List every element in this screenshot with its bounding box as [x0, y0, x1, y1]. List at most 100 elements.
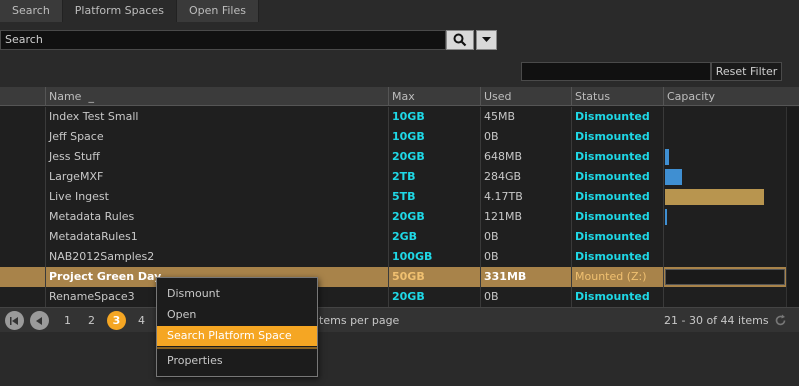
cell-status: Dismounted [571, 187, 663, 207]
column-header-name-label: Name [49, 90, 82, 103]
cell-used: 121MB [480, 207, 571, 227]
cell-max: 10GB [388, 127, 480, 147]
column-header-capacity[interactable]: Capacity [663, 87, 787, 106]
table-row[interactable]: Live Ingest 5TB 4.17TB Dismounted [0, 187, 786, 207]
tab-open-files[interactable]: Open Files [176, 0, 259, 22]
menu-item-dismount[interactable]: Dismount [157, 284, 317, 304]
cell-capacity [663, 227, 786, 247]
vertical-scrollbar[interactable] [786, 107, 799, 307]
context-menu: Dismount Open Search Platform Space Prop… [156, 277, 318, 377]
table-row[interactable]: Jess Stuff 20GB 648MB Dismounted [0, 147, 786, 167]
tab-search[interactable]: Search [0, 0, 63, 22]
page-4-button[interactable]: 4 [132, 311, 151, 330]
table-row[interactable]: NAB2012Samples2 100GB 0B Dismounted [0, 247, 786, 267]
cell-used: 4.17TB [480, 187, 571, 207]
cell-capacity [663, 267, 786, 287]
cell-name: Jess Stuff [45, 147, 389, 167]
cell-status: Dismounted [571, 227, 663, 247]
filter-input[interactable] [521, 62, 711, 81]
cell-capacity [663, 287, 786, 307]
cell-max: 50GB [388, 267, 480, 287]
cell-capacity [663, 247, 786, 267]
table-row[interactable]: RenameSpace3 20GB 0B Dismounted [0, 287, 786, 307]
cell-status: Dismounted [571, 127, 663, 147]
cell-used: 0B [480, 127, 571, 147]
cell-max: 5TB [388, 187, 480, 207]
cell-status: Dismounted [571, 167, 663, 187]
cell-max: 10GB [388, 107, 480, 127]
cell-capacity [663, 167, 786, 187]
column-header-status[interactable]: Status [571, 87, 663, 106]
menu-item-search-platform-space[interactable]: Search Platform Space [157, 326, 317, 346]
cell-used: 331MB [480, 267, 571, 287]
table-row[interactable]: Project Green Day 50GB 331MB Mounted (Z:) [0, 267, 786, 287]
table-row[interactable]: Metadata Rules 20GB 121MB Dismounted [0, 207, 786, 227]
table-row[interactable]: Index Test Small 10GB 45MB Dismounted [0, 107, 786, 127]
previous-page-button[interactable] [30, 311, 49, 330]
cell-status: Mounted (Z:) [571, 267, 663, 287]
cell-used: 648MB [480, 147, 571, 167]
cell-name: NAB2012Samples2 [45, 247, 389, 267]
cell-name: LargeMXF [45, 167, 389, 187]
page-1-button[interactable]: 1 [58, 311, 77, 330]
capacity-bar [665, 209, 667, 225]
sort-ascending-icon: _ [84, 90, 94, 103]
column-header-name[interactable]: Name _ [45, 87, 389, 106]
cell-status: Dismounted [571, 247, 663, 267]
cell-status: Dismounted [571, 207, 663, 227]
table-row[interactable]: MetadataRules1 2GB 0B Dismounted [0, 227, 786, 247]
cell-max: 2GB [388, 227, 480, 247]
first-page-icon [10, 316, 18, 325]
cell-used: 0B [480, 227, 571, 247]
capacity-bar [665, 269, 785, 285]
cell-status: Dismounted [571, 287, 663, 307]
table-row[interactable]: LargeMXF 2TB 284GB Dismounted [0, 167, 786, 187]
tab-bar: Search Platform Spaces Open Files [0, 0, 259, 22]
spaces-grid: Name _ Max Used Status Capacity Index Te… [0, 87, 799, 307]
capacity-bar [665, 189, 764, 205]
column-header-max[interactable]: Max [388, 87, 480, 106]
search-icon [453, 33, 467, 47]
cell-status: Dismounted [571, 107, 663, 127]
cell-name: Live Ingest [45, 187, 389, 207]
search-row: Search [0, 30, 497, 50]
capacity-bar [665, 169, 682, 185]
previous-page-icon [36, 316, 42, 325]
cell-used: 284GB [480, 167, 571, 187]
menu-item-properties[interactable]: Properties [157, 351, 317, 371]
menu-item-open[interactable]: Open [157, 305, 317, 325]
cell-capacity [663, 147, 786, 167]
cell-used: 0B [480, 287, 571, 307]
reset-filter-button[interactable]: Reset Filter [711, 62, 782, 81]
items-per-page-label: items per page [316, 314, 400, 327]
cell-max: 20GB [388, 147, 480, 167]
page-2-button[interactable]: 2 [82, 311, 101, 330]
cell-name: Metadata Rules [45, 207, 389, 227]
refresh-icon[interactable] [774, 314, 787, 327]
capacity-bar [665, 149, 669, 165]
cell-status: Dismounted [571, 147, 663, 167]
items-count-label: 21 - 30 of 44 items [664, 314, 769, 327]
cell-max: 20GB [388, 207, 480, 227]
page-3-button[interactable]: 3 [107, 311, 126, 330]
cell-used: 45MB [480, 107, 571, 127]
search-button[interactable] [446, 30, 474, 50]
search-options-button[interactable] [476, 30, 497, 50]
first-page-button[interactable] [5, 311, 24, 330]
cell-max: 100GB [388, 247, 480, 267]
grid-header: Name _ Max Used Status Capacity [0, 87, 799, 106]
search-input[interactable]: Search [0, 30, 446, 50]
table-row[interactable]: Jeff Space 10GB 0B Dismounted [0, 127, 786, 147]
cell-capacity [663, 107, 786, 127]
cell-capacity [663, 187, 786, 207]
menu-separator [157, 347, 317, 349]
cell-max: 20GB [388, 287, 480, 307]
column-header-used[interactable]: Used [480, 87, 571, 106]
cell-capacity [663, 207, 786, 227]
cell-max: 2TB [388, 167, 480, 187]
cell-name: Index Test Small [45, 107, 389, 127]
cell-name: MetadataRules1 [45, 227, 389, 247]
tab-platform-spaces[interactable]: Platform Spaces [62, 0, 177, 22]
cell-capacity [663, 127, 786, 147]
cell-name: Jeff Space [45, 127, 389, 147]
